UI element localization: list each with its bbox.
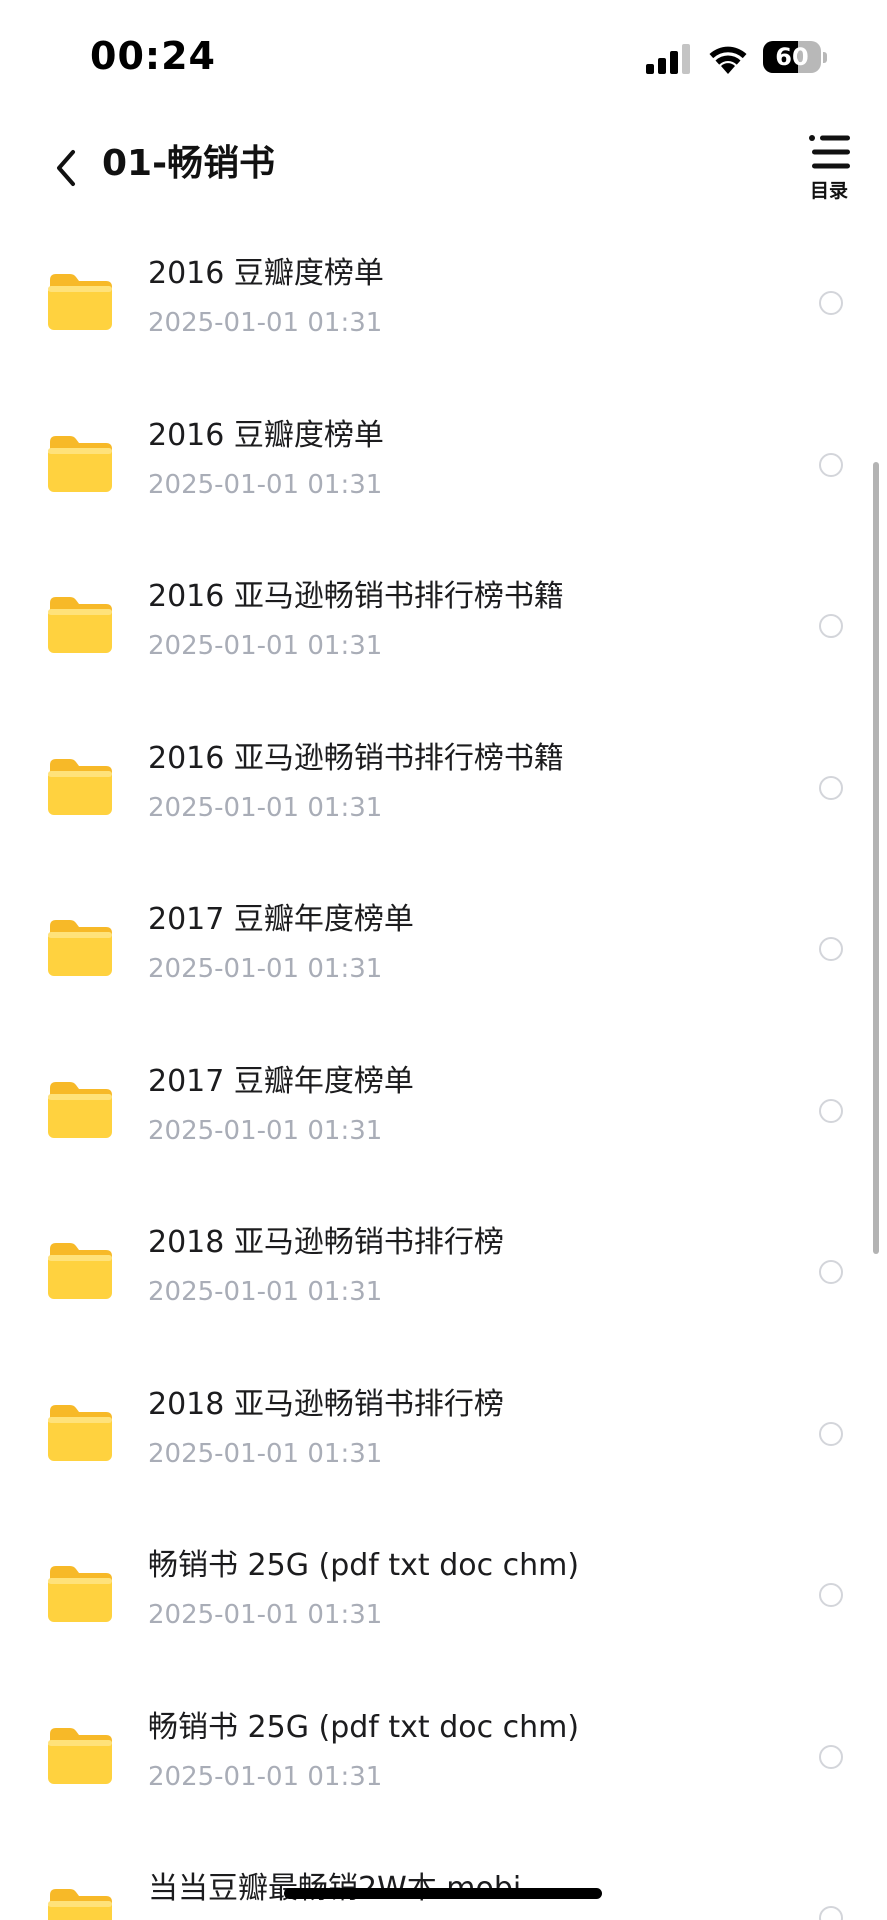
toc-button[interactable]: 目录 xyxy=(798,132,860,206)
item-name: 2016 亚马逊畅销书排行榜书籍 xyxy=(148,740,564,776)
select-checkbox[interactable] xyxy=(819,1260,843,1284)
list-item[interactable]: 2016 亚马逊畅销书排行榜书籍 2025-01-01 01:31 xyxy=(0,549,887,710)
folder-icon xyxy=(48,1404,112,1461)
item-date: 2025-01-01 01:31 xyxy=(148,469,383,500)
select-checkbox[interactable] xyxy=(819,775,843,800)
item-name: 畅销书 25G (pdf txt doc chm) xyxy=(148,1709,580,1745)
select-checkbox[interactable] xyxy=(819,1421,843,1446)
folder-icon xyxy=(48,1566,112,1622)
item-date: 2025-01-01 01:31 xyxy=(148,792,383,823)
battery-percentage: 60 xyxy=(775,43,809,71)
signal-icon xyxy=(646,44,690,74)
list-item[interactable]: 畅销书 25G (pdf txt doc chm) 2025-01-01 01:… xyxy=(0,1680,887,1841)
list-item[interactable]: 2018 亚马逊畅销书排行榜 2025-01-01 01:31 xyxy=(0,1195,887,1356)
item-name: 2016 豆瓣度榜单 xyxy=(148,417,384,453)
item-name: 2016 亚马逊畅销书排行榜书籍 xyxy=(148,579,564,614)
status-time: 00:24 xyxy=(90,34,216,78)
file-list: 2016 豆瓣度榜单 2025-01-01 01:31 2016 豆瓣度榜单 2… xyxy=(0,228,887,1920)
toc-label: 目录 xyxy=(809,180,848,202)
folder-icon xyxy=(48,274,112,330)
item-name: 2018 亚马逊畅销书排行榜 xyxy=(148,1225,504,1260)
select-checkbox[interactable] xyxy=(819,614,843,638)
list-item[interactable]: 畅销书 25G (pdf txt doc chm) 2025-01-01 01:… xyxy=(0,1518,887,1679)
item-name: 2017 豆瓣年度榜单 xyxy=(148,902,414,937)
nav-bar: 01-畅销书 目录 xyxy=(0,118,887,228)
item-date: 2025-01-01 01:31 xyxy=(148,1438,383,1469)
item-name: 畅销书 25G (pdf txt doc chm) xyxy=(148,1548,580,1583)
item-date: 2025-01-01 01:31 xyxy=(148,1115,383,1146)
folder-icon xyxy=(48,1243,112,1299)
item-name: 2017 豆瓣年度榜单 xyxy=(148,1063,414,1099)
select-checkbox[interactable] xyxy=(819,1744,843,1769)
folder-icon xyxy=(48,1727,112,1784)
item-name: 2018 亚马逊畅销书排行榜 xyxy=(148,1386,504,1422)
list-item[interactable]: 2017 豆瓣年度榜单 2025-01-01 01:31 xyxy=(0,872,887,1033)
item-date: 2025-01-01 01:31 xyxy=(148,631,383,661)
item-name: 2016 豆瓣度榜单 xyxy=(148,256,384,291)
item-date: 2025-01-01 01:31 xyxy=(148,1761,383,1792)
battery-icon: 60 xyxy=(763,41,827,75)
wifi-icon xyxy=(709,46,747,74)
folder-icon xyxy=(48,920,112,976)
back-button[interactable] xyxy=(40,133,92,203)
list-item[interactable]: 当当豆瓣最畅销2W本 mobi 2025-01-01 01:31 xyxy=(0,1841,887,1920)
folder-icon xyxy=(48,1081,112,1138)
list-item[interactable]: 2016 豆瓣度榜单 2025-01-01 01:31 xyxy=(0,388,887,549)
item-date: 2025-01-01 01:31 xyxy=(148,308,383,338)
list-item[interactable]: 2017 豆瓣年度榜单 2025-01-01 01:31 xyxy=(0,1034,887,1195)
select-checkbox[interactable] xyxy=(819,1098,843,1123)
select-checkbox[interactable] xyxy=(819,452,843,477)
scrollbar[interactable] xyxy=(873,462,879,1254)
page-title: 01-畅销书 xyxy=(102,143,276,184)
select-checkbox[interactable] xyxy=(819,1906,843,1920)
folder-icon xyxy=(48,1889,112,1920)
folder-icon xyxy=(48,597,112,653)
folder-icon xyxy=(48,435,112,492)
select-checkbox[interactable] xyxy=(819,937,843,961)
screen: 00:24 60 01-畅销书 目录 2016 豆瓣度榜单 2025-01-01… xyxy=(0,0,887,1920)
item-date: 2025-01-01 01:31 xyxy=(148,1600,383,1630)
list-item[interactable]: 2018 亚马逊畅销书排行榜 2025-01-01 01:31 xyxy=(0,1357,887,1518)
chevron-left-icon xyxy=(57,150,75,186)
select-checkbox[interactable] xyxy=(819,1583,843,1607)
list-icon xyxy=(809,135,850,169)
item-date: 2025-01-01 01:31 xyxy=(148,1277,383,1307)
select-checkbox[interactable] xyxy=(819,291,843,315)
list-item[interactable]: 2016 亚马逊畅销书排行榜书籍 2025-01-01 01:31 xyxy=(0,711,887,872)
status-bar: 00:24 60 xyxy=(0,0,887,118)
folder-icon xyxy=(48,758,112,815)
list-item[interactable]: 2016 豆瓣度榜单 2025-01-01 01:31 xyxy=(0,228,887,387)
item-date: 2025-01-01 01:31 xyxy=(148,954,383,984)
home-indicator xyxy=(284,1888,602,1899)
